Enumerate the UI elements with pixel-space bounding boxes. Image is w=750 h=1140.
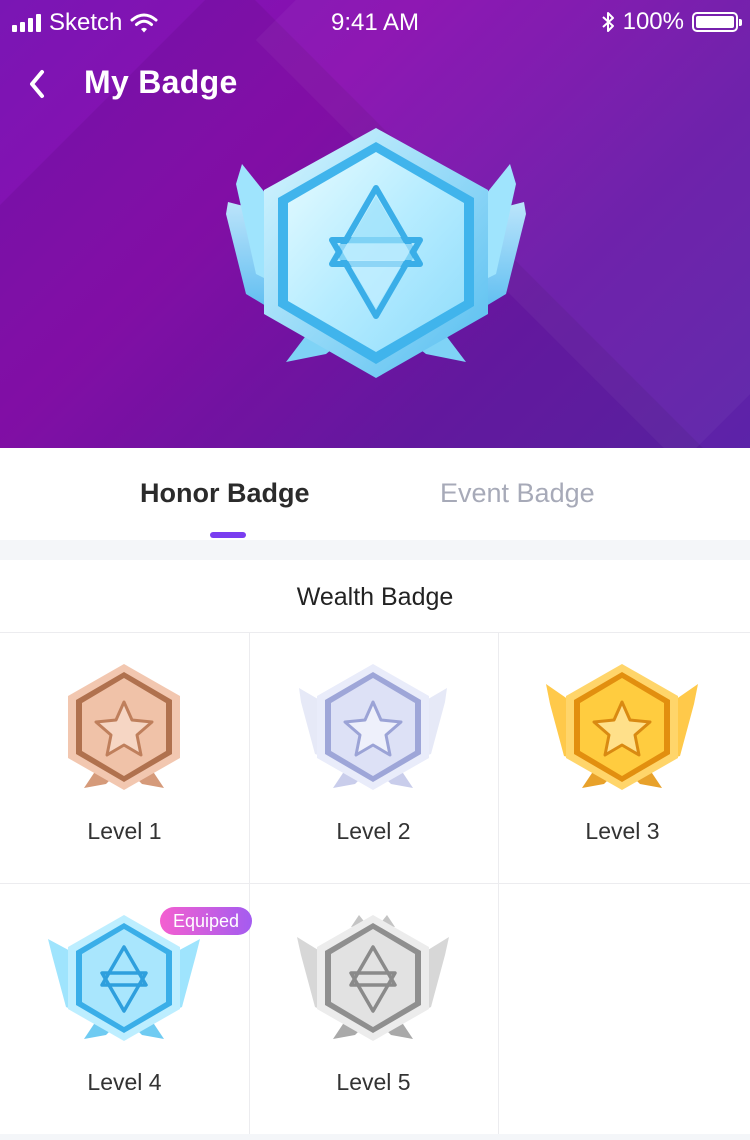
badge-card-level-3[interactable]: Level 3 (498, 632, 747, 883)
featured-badge-icon (226, 128, 526, 378)
navigation-bar: My Badge (0, 56, 750, 112)
tab-event-badge[interactable]: Event Badge (440, 478, 595, 509)
badge-tabs: Honor Badge Event Badge (0, 448, 750, 540)
equipped-badge-tag: Equiped (160, 907, 252, 935)
badge-card-level-2[interactable]: Level 2 (249, 632, 498, 883)
page-title: My Badge (84, 64, 238, 100)
badge-card-level-4[interactable]: Equiped Level 4 (0, 883, 252, 1134)
bottom-divider (0, 1134, 750, 1140)
back-button[interactable] (22, 64, 62, 104)
battery-percentage: 100% (622, 8, 684, 35)
section-title: Wealth Badge (296, 583, 454, 611)
battery-icon (692, 12, 742, 32)
badge-label: Level 2 (336, 818, 411, 844)
section-divider (0, 540, 750, 560)
platinum-badge-icon (297, 915, 449, 1041)
battery-level (696, 16, 734, 28)
header-banner: Sketch 9:41 AM 100% My Badge (0, 0, 750, 448)
status-bar: Sketch 9:41 AM 100% (0, 0, 750, 44)
tab-honor-badge[interactable]: Honor Badge (140, 478, 310, 509)
badge-label: Level 5 (336, 1069, 411, 1095)
badge-label: Level 4 (87, 1069, 162, 1095)
badge-card-level-5[interactable]: Level 5 (249, 883, 498, 1134)
empty-grid-cell (498, 883, 747, 1134)
active-tab-indicator (210, 532, 246, 538)
silver-badge-icon (299, 664, 447, 790)
status-bar-right: 100% (601, 8, 742, 36)
badge-label: Level 3 (585, 818, 660, 844)
badge-grid: Level 1 Level 2 Level 3 Equiped Level 4 … (0, 632, 750, 1134)
bluetooth-icon (601, 12, 614, 32)
gold-badge-icon (546, 664, 698, 790)
badge-card-level-1[interactable]: Level 1 (0, 632, 249, 883)
chevron-left-icon (30, 70, 44, 98)
badge-label: Level 1 (87, 818, 162, 844)
bronze-badge-icon (68, 664, 180, 790)
